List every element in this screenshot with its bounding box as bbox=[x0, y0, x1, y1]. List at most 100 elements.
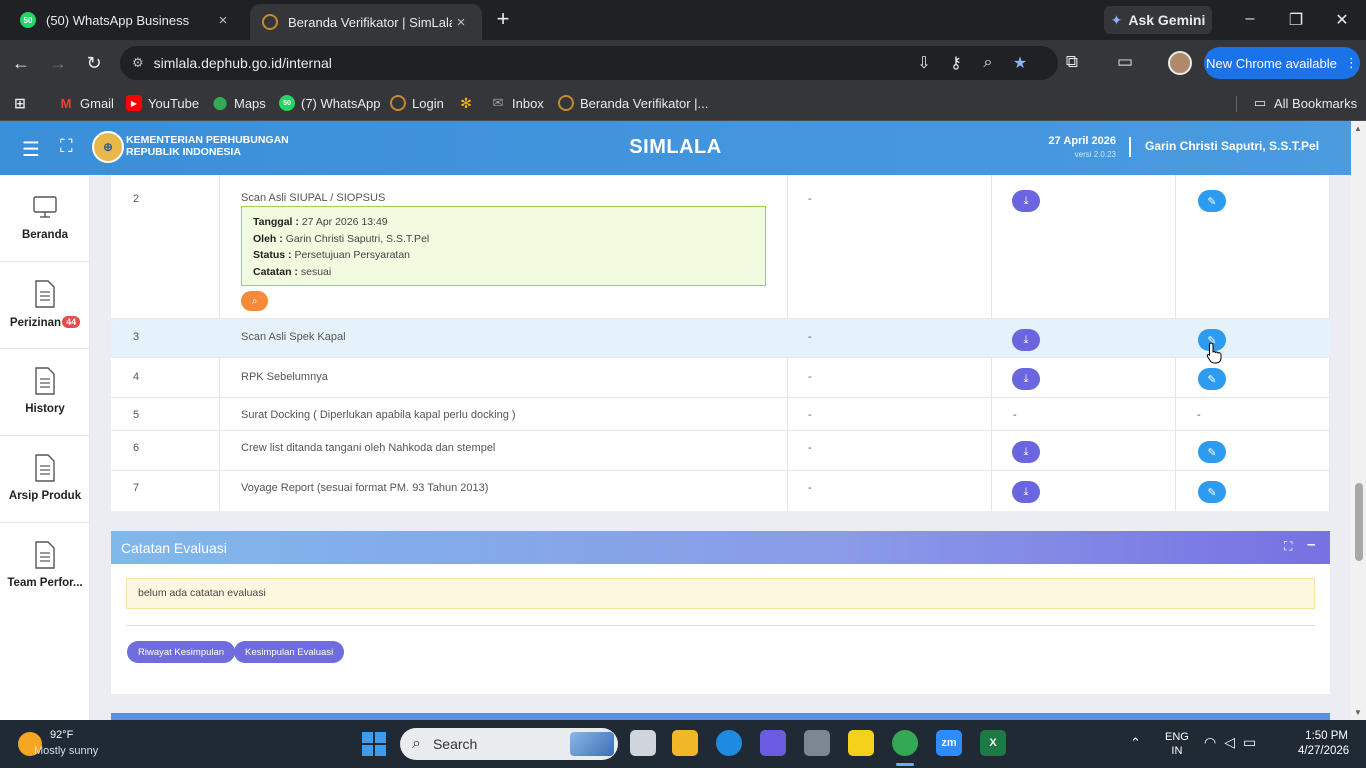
sidebar-item-arsip-produk[interactable]: Arsip Produk bbox=[0, 436, 90, 523]
windows-start-icon[interactable] bbox=[362, 732, 386, 756]
battery-icon[interactable]: ▭ bbox=[1243, 734, 1256, 751]
bookmark-youtube[interactable]: ▶ YouTube bbox=[126, 95, 199, 111]
edit-icon: ✎ bbox=[1207, 373, 1217, 386]
edit-button[interactable]: ✎ bbox=[1198, 441, 1226, 463]
document-table: 2 Scan Asli SIUPAL / SIOPSUS Tanggal : 2… bbox=[111, 175, 1330, 511]
search-icon: ⌕ bbox=[412, 735, 421, 752]
chevron-up-icon[interactable]: ⌃ bbox=[1130, 735, 1141, 751]
close-window-button[interactable]: ✕ bbox=[1332, 10, 1352, 30]
tab-beranda-verifikator[interactable]: Beranda Verifikator | SimLala × bbox=[250, 4, 482, 40]
copilot-icon[interactable] bbox=[760, 730, 786, 756]
gemini-icon: ✦ bbox=[1110, 11, 1123, 28]
scroll-down-arrow[interactable]: ▼ bbox=[1354, 708, 1362, 717]
language-indicator[interactable]: ENG IN bbox=[1165, 730, 1189, 758]
download-button[interactable]: ⤓ bbox=[1012, 190, 1040, 212]
youtube-icon: ▶ bbox=[126, 95, 142, 111]
scroll-up-arrow[interactable]: ▲ bbox=[1354, 124, 1362, 133]
bookmark-photos[interactable]: ✻ bbox=[458, 95, 474, 111]
clock[interactable]: 1:50 PM 4/27/2026 bbox=[1298, 729, 1350, 759]
bookmark-maps[interactable]: ⬤ Maps bbox=[212, 95, 266, 111]
install-app-icon[interactable]: ⇩ bbox=[908, 53, 940, 73]
view-history-button[interactable]: ⌕ bbox=[241, 291, 268, 311]
tab-whatsapp-business[interactable]: 50 (50) WhatsApp Business × bbox=[8, 0, 244, 40]
camera-icon[interactable] bbox=[804, 730, 830, 756]
download-button[interactable]: ⤓ bbox=[1012, 329, 1040, 351]
bookmark-label: Maps bbox=[234, 95, 266, 111]
site-info-icon[interactable]: ⚙ bbox=[132, 55, 144, 71]
sidebar-item-beranda[interactable]: Beranda bbox=[0, 175, 90, 262]
profile-avatar[interactable] bbox=[1168, 51, 1192, 75]
kesimpulan-evaluasi-button[interactable]: Kesimpulan Evaluasi bbox=[234, 641, 345, 663]
extensions-icon[interactable]: ⧉ bbox=[1060, 52, 1084, 72]
sidebar-item-history[interactable]: History bbox=[0, 349, 90, 436]
cast-icon[interactable]: ▭ bbox=[1113, 52, 1137, 72]
row-number: 5 bbox=[133, 409, 140, 421]
bookmark-beranda-verifikator[interactable]: Beranda Verifikator |... bbox=[558, 95, 708, 111]
document-icon bbox=[35, 541, 55, 569]
download-button[interactable]: ⤓ bbox=[1012, 441, 1040, 463]
page-scrollbar[interactable]: ▲ ▼ bbox=[1351, 121, 1366, 720]
note-oleh: Oleh : Garin Christi Saputri, S.S.T.Pel bbox=[253, 231, 754, 248]
minimize-icon[interactable]: – bbox=[1307, 536, 1315, 553]
taskbar-search[interactable]: ⌕ Search bbox=[400, 728, 618, 760]
password-key-icon[interactable]: ⚷ bbox=[940, 53, 972, 73]
edge-browser-icon[interactable] bbox=[716, 730, 742, 756]
new-chrome-label: New Chrome available bbox=[1206, 55, 1337, 71]
table-row: 6 Crew list ditanda tangani oleh Nahkoda… bbox=[111, 431, 1330, 471]
url-text: simlala.dephub.go.id/internal bbox=[153, 55, 332, 71]
download-icon: ⤓ bbox=[1023, 333, 1029, 346]
zoom-icon[interactable]: ⌕ bbox=[972, 54, 1004, 72]
bookmark-login[interactable]: Login bbox=[390, 95, 444, 111]
clock-date: 4/27/2026 bbox=[1298, 745, 1350, 757]
language-code: ENG bbox=[1165, 731, 1189, 743]
mail-icon: ✉ bbox=[492, 95, 504, 110]
volume-icon[interactable]: ◁ bbox=[1224, 734, 1235, 751]
chrome-icon[interactable] bbox=[892, 730, 918, 756]
perizinan-count-badge: 44 bbox=[62, 316, 81, 328]
close-icon[interactable]: × bbox=[452, 14, 470, 31]
new-tab-button[interactable]: + bbox=[492, 8, 514, 31]
hand-cursor-icon bbox=[1206, 342, 1222, 364]
table-row: 4 RPK Sebelumnya - ⤓ ✎ bbox=[111, 358, 1330, 398]
reload-icon[interactable]: ↻ bbox=[83, 52, 105, 74]
riwayat-kesimpulan-button[interactable]: Riwayat Kesimpulan bbox=[127, 641, 236, 663]
address-bar[interactable]: ⚙ simlala.dephub.go.id/internal ⇩ ⚷ ⌕ ★ bbox=[120, 46, 1058, 80]
bookmark-gmail[interactable]: M Gmail bbox=[58, 95, 114, 111]
task-view-icon[interactable] bbox=[630, 730, 656, 756]
weather-description[interactable]: Mostly sunny bbox=[34, 745, 98, 757]
new-chrome-button[interactable]: New Chrome available ⋮ bbox=[1204, 47, 1360, 79]
file-explorer-icon[interactable] bbox=[672, 730, 698, 756]
user-name[interactable]: Garin Christi Saputri, S.S.T.Pel bbox=[1145, 139, 1319, 153]
download-placeholder: - bbox=[1013, 409, 1017, 421]
bookmark-whatsapp[interactable]: 50 (7) WhatsApp bbox=[279, 95, 380, 111]
wifi-icon[interactable]: ◠ bbox=[1204, 734, 1216, 751]
close-icon[interactable]: × bbox=[214, 12, 232, 29]
maximize-button[interactable]: ❐ bbox=[1286, 10, 1306, 30]
fullscreen-icon[interactable]: ⛶ bbox=[1284, 539, 1292, 554]
apps-grid-icon[interactable]: ⊞ bbox=[12, 95, 28, 111]
bookmark-inbox[interactable]: ✉ Inbox bbox=[490, 95, 544, 111]
bookmark-star-icon[interactable]: ★ bbox=[1004, 53, 1036, 73]
maps-icon: ⬤ bbox=[212, 95, 228, 110]
scrollbar-thumb[interactable] bbox=[1355, 483, 1363, 561]
all-bookmarks-button[interactable]: ▭ All Bookmarks bbox=[1252, 95, 1357, 111]
back-icon[interactable]: ← bbox=[10, 52, 32, 74]
sticky-notes-icon[interactable] bbox=[848, 730, 874, 756]
sidebar-item-team-performance[interactable]: Team Perfor... bbox=[0, 523, 90, 610]
download-button[interactable]: ⤓ bbox=[1012, 368, 1040, 390]
sidebar-item-perizinan[interactable]: Perizinan 44 bbox=[0, 262, 90, 349]
edit-button[interactable]: ✎ bbox=[1198, 368, 1226, 390]
zoom-app-icon[interactable]: zm bbox=[936, 730, 962, 756]
app-version: versi 2.0.23 bbox=[1074, 150, 1116, 159]
ask-gemini-button[interactable]: ✦ Ask Gemini bbox=[1104, 6, 1212, 34]
note-tanggal-value: 27 Apr 2026 13:49 bbox=[301, 216, 388, 228]
minimize-button[interactable]: – bbox=[1240, 10, 1260, 28]
browser-toolbar: ← → ↻ ⚙ simlala.dephub.go.id/internal ⇩ … bbox=[0, 40, 1366, 86]
download-button[interactable]: ⤓ bbox=[1012, 481, 1040, 503]
excel-icon[interactable]: X bbox=[980, 730, 1006, 756]
weather-temperature[interactable]: 92°F bbox=[50, 729, 73, 741]
edit-button[interactable]: ✎ bbox=[1198, 481, 1226, 503]
edit-button[interactable]: ✎ bbox=[1198, 190, 1226, 212]
forward-icon[interactable]: → bbox=[47, 52, 69, 74]
all-bookmarks-label: All Bookmarks bbox=[1274, 95, 1358, 111]
